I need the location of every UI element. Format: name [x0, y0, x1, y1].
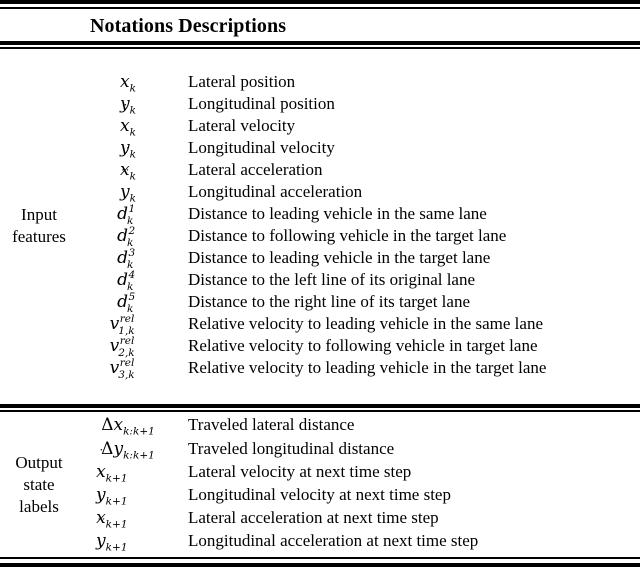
notation-d3-k: d3k: [117, 247, 136, 271]
row-description: Traveled lateral distance: [188, 415, 355, 435]
row-description: Distance to the right line of its target…: [188, 292, 470, 311]
row-description: Longitudinal velocity at next time step: [188, 485, 451, 504]
table-bottom-rule: [0, 563, 640, 567]
group-label-line: labels: [19, 496, 59, 516]
notation-y-k: yk: [120, 94, 136, 117]
table-row: v rel 1,k Relative velocity to leading veh…: [78, 314, 640, 336]
row-description: Lateral acceleration at next time step: [188, 508, 439, 528]
table-row: ˙˙ yk Longitudinal acceleration: [78, 168, 640, 205]
group-label-line: Input: [21, 205, 57, 225]
notation-yddot-kplus1: ˙˙ yk+1: [96, 517, 128, 554]
row-description: Lateral velocity at next time step: [188, 461, 412, 481]
row-description: Traveled longitudinal distance: [188, 438, 395, 458]
table-row: Δyk:k+1 Traveled longitudinal distance: [78, 439, 640, 462]
table-top-rule: [0, 0, 640, 4]
row-description: Distance to following vehicle in the tar…: [188, 226, 507, 245]
notation-d4-k: d4k: [117, 269, 136, 293]
notation-xddot-kplus1: ˙˙ xk+1: [96, 494, 128, 531]
group-label-line: state: [23, 475, 55, 495]
table-row: xk Lateral position: [78, 72, 640, 94]
row-description: Longitudinal acceleration: [188, 182, 363, 201]
table-row: d5k Distance to the right line of its ta…: [78, 292, 640, 314]
table-row: ˙ xk Lateral velocity: [78, 102, 640, 139]
header-bottom-rule-secondary: [0, 47, 640, 49]
notation-d1-k: d1k: [117, 203, 136, 227]
notation-yddot-k: ˙˙ yk: [120, 168, 136, 205]
table-bottom-rule-secondary: [0, 557, 640, 559]
row-description: Longitudinal acceleration at next time s…: [188, 531, 479, 551]
table-row: d1k Distance to leading vehicle in the s…: [78, 204, 640, 226]
notation-vrel-2k: v rel 2,k: [109, 335, 135, 359]
row-description: Lateral acceleration: [188, 160, 323, 179]
group-label-line: Output: [15, 453, 63, 473]
row-description: Lateral position: [188, 72, 296, 91]
table-row: ˙ yk+1 Longitudinal velocity at next time…: [78, 471, 640, 508]
row-description: Distance to the left line of its origina…: [188, 270, 476, 289]
notations-table: Notations Descriptions Input features xk…: [0, 0, 640, 575]
table-row: ˙˙ yk+1 Longitudinal acceleration at next…: [78, 517, 640, 554]
section-divider-rule: [0, 404, 640, 408]
group-label-line: features: [12, 227, 66, 246]
notation-ydot-kplus1: ˙ yk+1: [96, 471, 128, 508]
table-row: d3k Distance to leading vehicle in the t…: [78, 248, 640, 270]
table-row: ˙ yk Longitudinal velocity: [78, 126, 640, 160]
notation-vrel-1k: v rel 1,k: [109, 313, 135, 337]
section-output-state-labels: Output state labels Δxk:k+1 Traveled lat…: [0, 414, 640, 556]
table-header-title: Notations Descriptions: [90, 14, 287, 37]
table-row: ˙˙ xk+1 Lateral acceleration at next time…: [78, 494, 640, 531]
table-row: ˙ xk+1 Lateral velocity at next time step: [78, 448, 640, 485]
table-top-rule-secondary: [0, 7, 640, 9]
group-label-output-state-labels: Output state labels: [0, 452, 78, 517]
row-description: Distance to leading vehicle in the targe…: [188, 248, 491, 267]
table-row: d4k Distance to the left line of its ori…: [78, 270, 640, 292]
table-row: d2k Distance to following vehicle in the…: [78, 226, 640, 248]
table-header-row: Notations Descriptions: [0, 11, 640, 41]
notation-xdot-kplus1: ˙ xk+1: [96, 448, 128, 485]
notation-delta-y-k-kplus1: Δyk:k+1: [101, 438, 155, 462]
section-input-features: Input features xk Lateral position yk Lo…: [0, 50, 640, 402]
group-label-input-features: Input features: [0, 204, 78, 248]
row-description: Distance to leading vehicle in the same …: [188, 204, 487, 223]
row-description: Relative velocity to leading vehicle in …: [188, 314, 543, 333]
notation-vrel-3k: v rel 3,k: [109, 357, 135, 381]
row-description: Lateral velocity: [188, 116, 296, 135]
row-description: Longitudinal position: [188, 94, 335, 113]
input-rows: xk Lateral position yk Longitudinal posi…: [78, 72, 640, 380]
table-row: v rel 2,k Relative velocity to following v…: [78, 336, 640, 358]
table-row: Δxk:k+1 Traveled lateral distance: [78, 415, 640, 438]
table-row: v rel 3,k Relative velocity to leading veh…: [78, 358, 640, 380]
table-row: ˙˙ xk Lateral acceleration: [78, 147, 640, 182]
header-bottom-rule: [0, 41, 640, 45]
row-description: Longitudinal velocity: [188, 138, 335, 157]
section-divider-rule-secondary: [0, 410, 640, 412]
notation-delta-x-k-kplus1: Δxk:k+1: [101, 415, 155, 438]
notation-d2-k: d2k: [117, 225, 136, 249]
output-rows: Δxk:k+1 Traveled lateral distance Δyk:k+…: [78, 415, 640, 554]
notation-xdot-k: ˙ xk: [120, 102, 136, 139]
notation-x-k: xk: [120, 72, 136, 95]
table-row: yk Longitudinal position: [78, 94, 640, 116]
row-description: Relative velocity to leading vehicle in …: [188, 358, 547, 377]
notation-d5-k: d5k: [117, 291, 136, 315]
row-description: Relative velocity to following vehicle i…: [188, 336, 538, 355]
